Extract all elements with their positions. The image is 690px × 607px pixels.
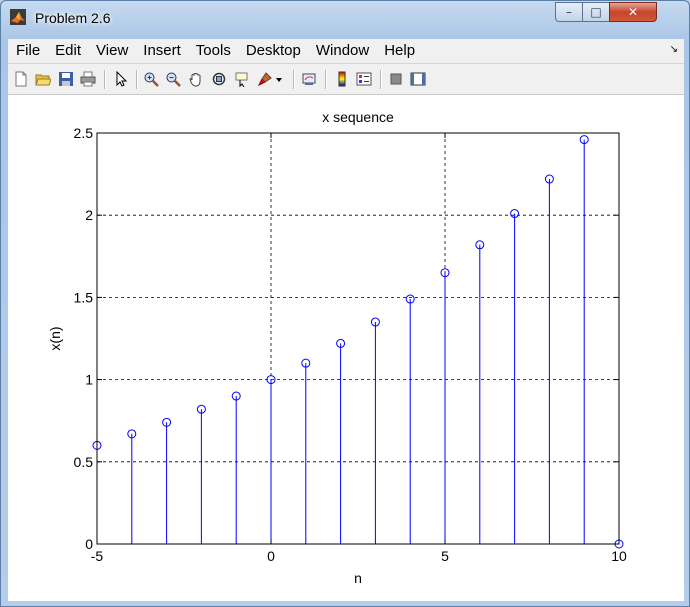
x-tick-label-1: 0 (267, 548, 275, 564)
minimize-button[interactable]: – (555, 2, 583, 22)
open-file-icon[interactable] (34, 70, 52, 88)
save-icon[interactable] (57, 70, 75, 88)
toolbar-separator (104, 70, 106, 89)
menu-desktop[interactable]: Desktop (238, 39, 308, 63)
y-tick-label-3: 1.5 (74, 289, 94, 305)
pointer-icon[interactable] (112, 70, 130, 88)
menu-window[interactable]: Window (308, 39, 376, 63)
maximize-icon: □ (590, 5, 602, 19)
menu-view[interactable]: View (88, 39, 135, 63)
matlab-logo-icon (10, 9, 26, 25)
colorbar-icon[interactable] (333, 70, 351, 88)
rotate-3d-icon[interactable] (210, 70, 228, 88)
legend-icon[interactable] (355, 70, 373, 88)
y-tick-label-0: 0 (85, 536, 93, 552)
link-plot-icon[interactable] (300, 70, 318, 88)
new-figure-icon[interactable] (12, 70, 30, 88)
zoom-out-icon[interactable] (164, 70, 182, 88)
figure-canvas[interactable]: -5 0 5 10 0 0.5 1 1.5 2 2.5 x sequence n x(n) (8, 95, 684, 601)
y-tick-label-1: 0.5 (74, 454, 94, 470)
toolbar-separator (380, 70, 382, 89)
close-button[interactable]: ✕ (609, 2, 657, 22)
toolbar-separator (293, 70, 295, 89)
show-plot-tools-icon[interactable] (409, 70, 427, 88)
menu-file[interactable]: File (8, 39, 47, 63)
x-tick-label-2: 5 (441, 548, 449, 564)
menu-insert[interactable]: Insert (135, 39, 188, 63)
x-tick-label-3: 10 (611, 548, 627, 564)
hide-plot-tools-icon[interactable] (387, 70, 405, 88)
tick-layer: -5 0 5 1000.511.522.5 (74, 125, 627, 564)
menu-tools[interactable]: Tools (188, 39, 238, 63)
axes-box (96, 132, 620, 545)
grid-layer (97, 133, 619, 544)
menubar-dock-arrow-icon[interactable]: ↘ (670, 44, 678, 55)
pan-icon[interactable] (187, 70, 205, 88)
maximize-button[interactable]: □ (582, 2, 610, 22)
toolbar-separator (325, 70, 327, 89)
y-axis-label: x(n) (47, 326, 63, 350)
brush-dropdown-icon[interactable] (274, 70, 284, 88)
close-icon: ✕ (627, 5, 639, 19)
figure-toolbar (8, 64, 684, 95)
minimize-icon: – (566, 5, 572, 19)
zoom-in-icon[interactable] (142, 70, 160, 88)
stem-plot: -5 0 5 1000.511.522.5 x sequence n x(n) (47, 109, 627, 586)
y-tick-label-2: 1 (85, 372, 93, 388)
y-tick-label-4: 2 (85, 207, 93, 223)
figure-window: Problem 2.6 – □ ✕ File Edit View Insert … (0, 0, 690, 607)
toolbar-separator (136, 70, 138, 89)
y-tick-label-5: 2.5 (74, 125, 94, 141)
print-icon[interactable] (79, 70, 97, 88)
x-axis-label: n (354, 570, 362, 586)
menu-bar: File Edit View Insert Tools Desktop Wind… (8, 39, 684, 64)
title-bar[interactable]: Problem 2.6 – □ ✕ (1, 1, 689, 35)
brush-icon[interactable] (256, 70, 274, 88)
data-cursor-icon[interactable] (233, 70, 251, 88)
stem-layer (92, 135, 624, 549)
menu-edit[interactable]: Edit (47, 39, 88, 63)
chart-title: x sequence (322, 109, 394, 125)
window-title: Problem 2.6 (35, 10, 111, 26)
menu-help[interactable]: Help (376, 39, 422, 63)
